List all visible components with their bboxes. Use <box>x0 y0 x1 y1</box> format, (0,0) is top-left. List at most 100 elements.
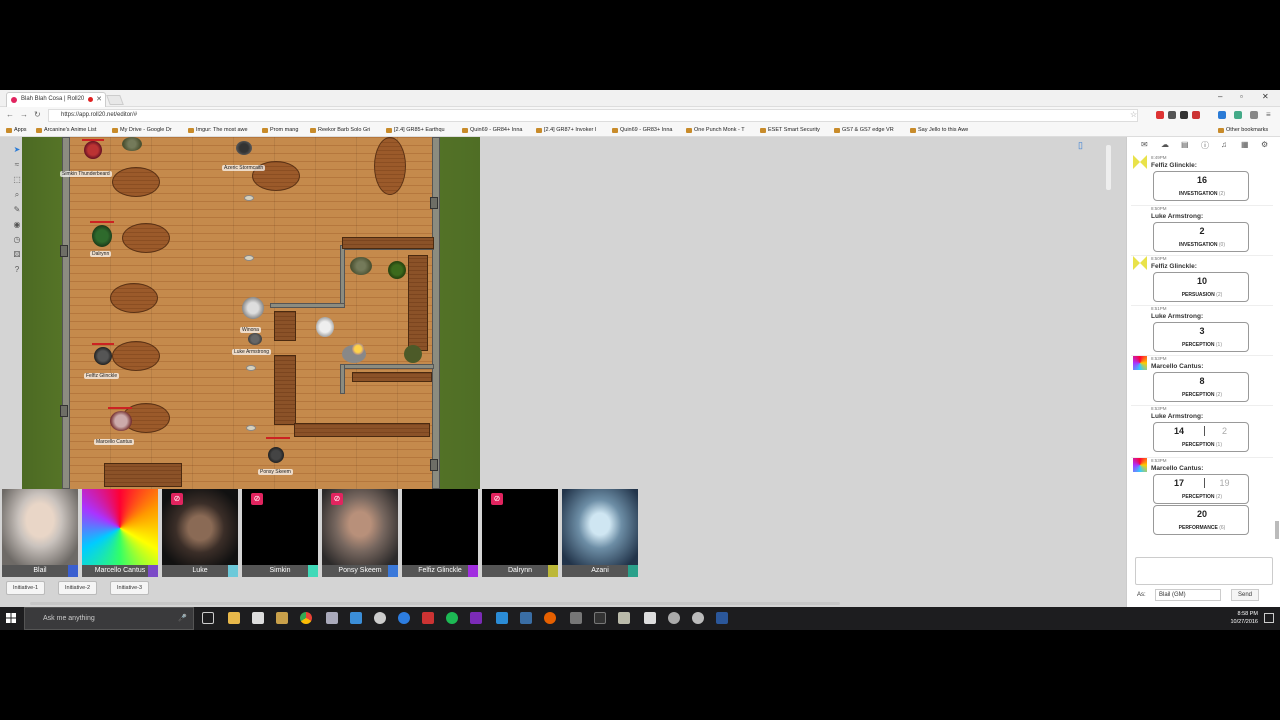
select-tool-icon[interactable]: ➤ <box>12 145 22 155</box>
task-view-icon[interactable] <box>202 612 214 624</box>
text-tool-icon[interactable]: ✎ <box>12 205 22 215</box>
bookmark-item[interactable]: ESET Smart Security <box>760 124 820 136</box>
bookmark-item[interactable]: Reekor Barb Solo Gri <box>310 124 370 136</box>
turn-tracker-icon[interactable]: ◷ <box>12 235 22 245</box>
app-icon[interactable] <box>276 612 288 624</box>
app-icon[interactable] <box>422 612 434 624</box>
close-tab-icon[interactable]: ✕ <box>96 93 102 106</box>
bookmark-item[interactable]: [2.4] GR87+ Invoker I <box>536 124 596 136</box>
forward-icon[interactable]: → <box>20 110 28 119</box>
help-icon[interactable]: ? <box>12 265 22 275</box>
app-icon[interactable] <box>692 612 704 624</box>
extension-icon[interactable] <box>1234 111 1242 119</box>
video-tile[interactable]: ⊘ Ponsy Skeem <box>322 489 398 577</box>
extension-icon[interactable] <box>1218 111 1226 119</box>
token-ponsy[interactable] <box>268 447 284 463</box>
token-simkin[interactable] <box>84 141 102 159</box>
video-tile[interactable]: Marcello Cantus <box>82 489 158 577</box>
bookmark-item[interactable]: One Punch Monk - T <box>686 124 745 136</box>
minimize-icon[interactable]: – <box>1218 92 1222 101</box>
bookmark-item[interactable]: Imgur: The most awe <box>188 124 248 136</box>
premiere-icon[interactable] <box>470 612 482 624</box>
layers-tool-icon[interactable]: ≈ <box>12 160 22 170</box>
macros-tab-icon[interactable]: ▦ <box>1241 140 1249 149</box>
app-icon[interactable] <box>594 612 606 624</box>
chat-tab-icon[interactable]: ✉ <box>1141 140 1148 149</box>
video-tile[interactable]: ⊘ Dalrynn <box>482 489 558 577</box>
bookmark-item[interactable]: Say Jello to this Awe <box>910 124 968 136</box>
cortana-search[interactable]: Ask me anything 🎤 <box>24 607 194 630</box>
new-tab-button[interactable] <box>106 95 124 105</box>
app-icon[interactable] <box>374 612 386 624</box>
microphone-icon[interactable]: 🎤 <box>178 608 187 629</box>
token-dalrynn[interactable] <box>92 225 112 247</box>
chrome-icon[interactable] <box>300 612 312 624</box>
tabletop-map[interactable]: Simkin Thunderbeard Azeric Stormcaith Da… <box>22 137 480 489</box>
jukebox-tab-icon[interactable]: ♫ <box>1221 140 1227 149</box>
file-explorer-icon[interactable] <box>228 612 240 624</box>
video-tile[interactable]: Azani <box>562 489 638 577</box>
settings-tab-icon[interactable]: ⚙ <box>1261 140 1268 149</box>
zoom-tool-icon[interactable]: ⌕ <box>12 190 22 200</box>
dice-icon[interactable]: ⚄ <box>12 250 22 260</box>
extension-icon[interactable] <box>1250 111 1258 119</box>
app-icon[interactable] <box>668 612 680 624</box>
chat-input[interactable] <box>1135 557 1273 585</box>
token-felfiz[interactable] <box>94 347 112 365</box>
bookmark-item[interactable]: Quin69 - GR84+ Inna <box>462 124 522 136</box>
app-icon[interactable] <box>326 612 338 624</box>
video-tile[interactable]: ⊘ Simkin <box>242 489 318 577</box>
token-marcello[interactable] <box>110 411 132 431</box>
art-library-tab-icon[interactable]: ☁ <box>1161 140 1169 149</box>
reload-icon[interactable]: ↻ <box>34 110 41 119</box>
system-clock[interactable]: 8:58 PM 10/27/2016 <box>1230 610 1258 626</box>
steam-icon[interactable] <box>350 612 362 624</box>
video-tile[interactable]: ⊘ Luke <box>162 489 238 577</box>
initiative-1-button[interactable]: Initiative-1 <box>6 581 46 595</box>
token-light[interactable] <box>352 343 364 355</box>
initiative-3-button[interactable]: Initiative-3 <box>110 581 150 595</box>
app-icon[interactable] <box>570 612 582 624</box>
fog-tool-icon[interactable]: ◉ <box>12 220 22 230</box>
initiative-2-button[interactable]: Initiative-2 <box>58 581 98 595</box>
extension-icon[interactable] <box>1168 111 1176 119</box>
app-icon[interactable] <box>618 612 630 624</box>
app-icon[interactable] <box>520 612 532 624</box>
word-icon[interactable] <box>716 612 728 624</box>
browser-tab[interactable]: Blah Blah Cosa | Roll20 ✕ <box>6 92 106 107</box>
bookmark-item[interactable]: My Drive - Google Dr <box>112 124 172 136</box>
app-icon[interactable] <box>644 612 656 624</box>
notification-icon[interactable] <box>1264 613 1274 623</box>
url-field[interactable]: https://app.roll20.net/editor/# <box>48 109 1138 122</box>
extension-icon[interactable] <box>1180 111 1188 119</box>
extension-icon[interactable] <box>1156 111 1164 119</box>
bookmark-item[interactable]: Arcanine's Anime List <box>36 124 96 136</box>
horizontal-scrollbar[interactable] <box>30 602 840 605</box>
menu-icon[interactable]: ≡ <box>1266 110 1271 119</box>
app-icon[interactable] <box>398 612 410 624</box>
bookmark-item[interactable]: Apps <box>6 124 27 136</box>
draw-tool-icon[interactable]: ⬚ <box>12 175 22 185</box>
speak-as-select[interactable]: Blail (GM) <box>1155 589 1221 601</box>
maximize-icon[interactable]: ▫ <box>1240 92 1243 101</box>
chat-scrollbar[interactable] <box>1275 521 1279 539</box>
bookmark-item[interactable]: [2.4] GR85+ Earthqu <box>386 124 445 136</box>
token-luke[interactable] <box>248 333 262 345</box>
video-tile[interactable]: Blail <box>2 489 78 577</box>
store-icon[interactable] <box>252 612 264 624</box>
token-ghost[interactable] <box>316 317 334 337</box>
close-window-icon[interactable]: ✕ <box>1262 92 1269 101</box>
bookmark-item[interactable]: Quin69 - GR83+ Inna <box>612 124 672 136</box>
token-winona[interactable] <box>242 297 264 319</box>
extension-icon[interactable] <box>1192 111 1200 119</box>
star-icon[interactable]: ☆ <box>1130 110 1137 119</box>
zoom-slider[interactable] <box>1106 145 1111 190</box>
token-azeric[interactable] <box>236 141 252 155</box>
other-bookmarks[interactable]: Other bookmarks <box>1218 124 1268 136</box>
bookmark-item[interactable]: GS7 & GS7 edge VR <box>834 124 894 136</box>
back-icon[interactable]: ← <box>6 110 14 119</box>
app-icon[interactable] <box>496 612 508 624</box>
page-toolbar-icon[interactable]: ▯ <box>1078 140 1090 152</box>
bookmark-item[interactable]: Prom mang <box>262 124 298 136</box>
journal-tab-icon[interactable]: ▤ <box>1181 140 1189 149</box>
